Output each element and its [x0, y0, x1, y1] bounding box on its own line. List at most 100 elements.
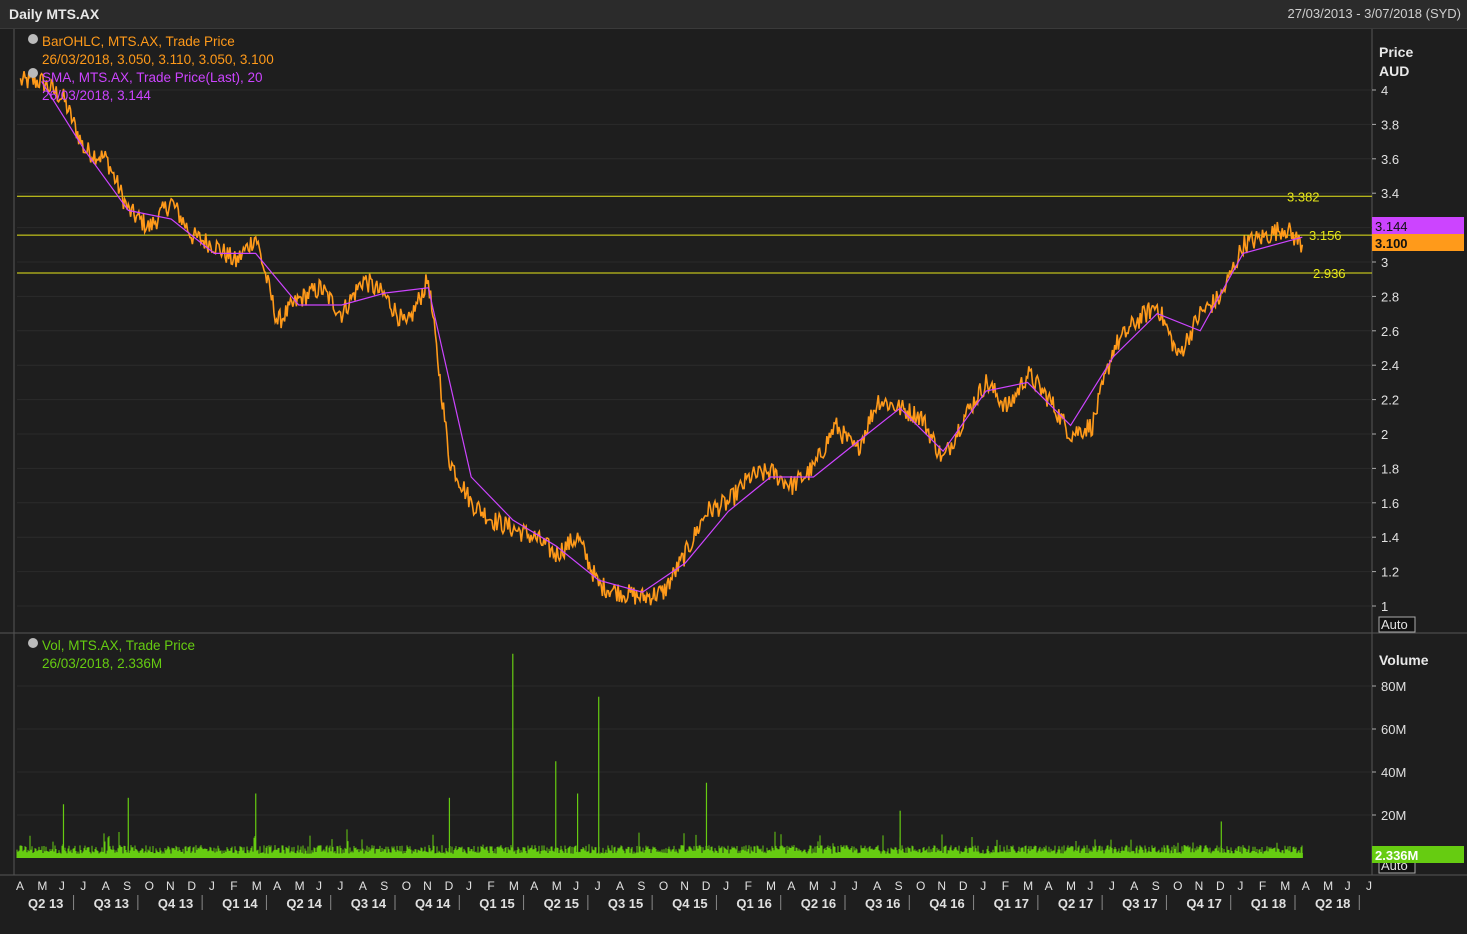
quarter-tick-label: Q1 17 [994, 896, 1029, 911]
price-tick-label: 2 [1381, 427, 1388, 442]
month-tick-label: A [1045, 879, 1053, 893]
month-tick-label: O [659, 879, 668, 893]
volume-tick-label: 20M [1381, 808, 1406, 823]
month-tick-label: D [702, 879, 711, 893]
month-tick-label: J [80, 879, 86, 893]
chart-background [0, 29, 1467, 934]
price-auto-label: Auto [1381, 617, 1408, 632]
month-tick-label: J [573, 879, 579, 893]
volume-legend-title: Vol, MTS.AX, Trade Price [42, 638, 195, 653]
month-tick-label: M [1280, 879, 1290, 893]
sma-legend-title: SMA, MTS.AX, Trade Price(Last), 20 [42, 70, 263, 85]
quarter-tick-label: Q2 13 [28, 896, 63, 911]
ohlc-legend-values: 26/03/2018, 3.050, 3.110, 3.050, 3.100 [42, 52, 274, 67]
month-tick-label: J [316, 879, 322, 893]
sma-legend-values: 26/03/2018, 3.144 [42, 88, 151, 103]
month-tick-label: M [766, 879, 776, 893]
quarter-tick-label: Q2 14 [286, 896, 322, 911]
quarter-tick-label: Q2 17 [1058, 896, 1093, 911]
volume-tick-label: 40M [1381, 765, 1406, 780]
price-tick-label: 1.8 [1381, 461, 1399, 476]
volume-axis-title: Volume [1379, 652, 1429, 668]
month-tick-label: J [1366, 879, 1372, 893]
month-tick-label: D [187, 879, 196, 893]
month-tick-label: J [337, 879, 343, 893]
month-tick-label: J [209, 879, 215, 893]
month-tick-label: M [37, 879, 47, 893]
month-tick-label: M [552, 879, 562, 893]
price-tick-label: 1.6 [1381, 496, 1399, 511]
month-tick-label: J [59, 879, 65, 893]
month-tick-label: J [852, 879, 858, 893]
volume-last-tag-text: 2.336M [1375, 848, 1418, 863]
month-tick-label: O [1173, 879, 1182, 893]
month-tick-label: A [359, 879, 367, 893]
hline-label: 2.936 [1313, 266, 1346, 281]
month-tick-label: S [637, 879, 645, 893]
month-tick-label: M [252, 879, 262, 893]
quarter-tick-label: Q4 13 [158, 896, 193, 911]
month-tick-label: J [466, 879, 472, 893]
month-tick-label: J [595, 879, 601, 893]
month-tick-label: A [616, 879, 624, 893]
month-tick-label: N [423, 879, 432, 893]
legend-toggle-icon[interactable] [28, 34, 38, 44]
legend-toggle-icon[interactable] [28, 68, 38, 78]
quarter-tick-label: Q2 16 [801, 896, 836, 911]
month-tick-label: F [745, 879, 752, 893]
month-tick-label: J [830, 879, 836, 893]
quarter-tick-label: Q4 14 [415, 896, 451, 911]
price-tick-label: 1.4 [1381, 530, 1399, 545]
month-tick-label: N [1195, 879, 1204, 893]
quarter-tick-label: Q2 18 [1315, 896, 1350, 911]
price-tick-label: 4 [1381, 83, 1388, 98]
quarter-tick-label: Q1 18 [1251, 896, 1286, 911]
hline-label: 3.156 [1309, 228, 1342, 243]
month-tick-label: M [1066, 879, 1076, 893]
price-tick-label: 3 [1381, 255, 1388, 270]
quarter-tick-label: Q3 13 [94, 896, 129, 911]
month-tick-label: F [487, 879, 494, 893]
month-tick-label: F [230, 879, 237, 893]
chart-canvas[interactable]: 3.382 3.156 2.936 1 1.2 1.4 1.6 1.8 2 2.2 2.4 2.6 2… [0, 0, 1467, 934]
price-tick-label: 2.8 [1381, 289, 1399, 304]
month-tick-label: J [1109, 879, 1115, 893]
month-tick-label: F [1002, 879, 1009, 893]
price-tick-label: 1 [1381, 599, 1388, 614]
month-tick-label: D [1216, 879, 1225, 893]
sma-last-tag-text: 3.144 [1375, 219, 1408, 234]
volume-legend-values: 26/03/2018, 2.336M [42, 656, 162, 671]
month-tick-label: M [509, 879, 519, 893]
month-tick-label: O [145, 879, 154, 893]
quarter-tick-label: Q4 15 [672, 896, 707, 911]
month-tick-label: M [295, 879, 305, 893]
month-tick-label: A [873, 879, 881, 893]
price-tick-label: 3.4 [1381, 186, 1399, 201]
quarter-tick-label: Q3 16 [865, 896, 900, 911]
month-tick-label: O [916, 879, 925, 893]
month-tick-label: A [102, 879, 110, 893]
month-tick-label: J [723, 879, 729, 893]
price-axis-unit: AUD [1379, 63, 1409, 79]
month-tick-label: A [1130, 879, 1138, 893]
hline-label: 3.382 [1287, 189, 1320, 204]
month-tick-label: S [895, 879, 903, 893]
month-tick-label: J [1087, 879, 1093, 893]
month-tick-label: S [1152, 879, 1160, 893]
month-tick-label: D [959, 879, 968, 893]
price-tick-label: 3.8 [1381, 117, 1399, 132]
month-tick-label: S [123, 879, 131, 893]
quarter-tick-label: Q4 17 [1186, 896, 1221, 911]
quarter-tick-label: Q3 14 [351, 896, 387, 911]
price-last-tag-text: 3.100 [1375, 236, 1408, 251]
quarter-tick-label: Q1 15 [479, 896, 514, 911]
quarter-tick-label: Q1 14 [222, 896, 258, 911]
price-tick-label: 2.2 [1381, 393, 1399, 408]
month-tick-label: A [273, 879, 281, 893]
month-tick-label: J [1345, 879, 1351, 893]
price-tick-label: 1.2 [1381, 565, 1399, 580]
legend-toggle-icon[interactable] [28, 638, 38, 648]
month-tick-label: S [380, 879, 388, 893]
volume-tick-label: 80M [1381, 679, 1406, 694]
quarter-tick-label: Q3 17 [1122, 896, 1157, 911]
